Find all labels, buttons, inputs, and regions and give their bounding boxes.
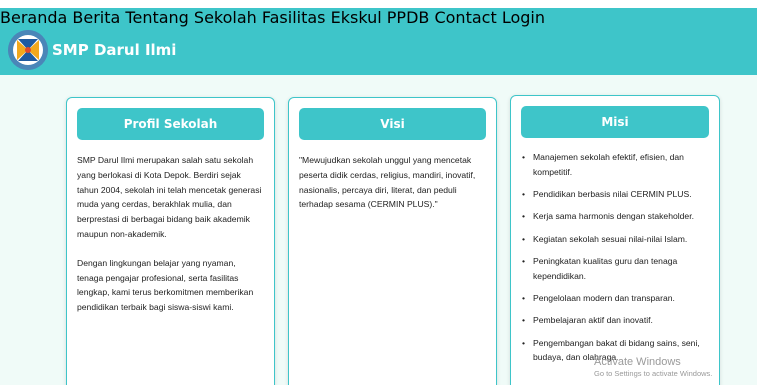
school-logo-icon[interactable] — [8, 30, 48, 70]
card-misi: Misi Manajemen sekolah efektif, efisien,… — [510, 95, 720, 385]
brand-title[interactable]: SMP Darul Ilmi — [52, 41, 176, 59]
profil-paragraph-1: SMP Darul Ilmi merupakan salah satu seko… — [77, 155, 262, 239]
nav-beranda[interactable]: Beranda — [0, 8, 67, 27]
nav-contact[interactable]: Contact — [434, 8, 496, 27]
nav-tentang-sekolah[interactable]: Tentang Sekolah — [125, 8, 256, 27]
nav-login[interactable]: Login — [502, 8, 545, 27]
card-visi: Visi "Mewujudkan sekolah unggul yang men… — [288, 97, 497, 385]
watermark-line-2: Go to Settings to activate Windows. — [594, 369, 713, 378]
list-item: Peningkatan kualitas guru dan tenaga kep… — [521, 254, 707, 284]
misi-list: Manajemen sekolah efektif, efisien, dan … — [521, 150, 707, 365]
nav-ppdb[interactable]: PPDB — [387, 8, 430, 27]
card-title-misi: Misi — [521, 106, 709, 138]
card-profil-sekolah: Profil Sekolah SMP Darul Ilmi merupakan … — [66, 97, 275, 385]
main-content: Profil Sekolah SMP Darul Ilmi merupakan … — [0, 75, 757, 385]
card-body-profil: SMP Darul Ilmi merupakan salah satu seko… — [77, 153, 262, 315]
list-item: Pembelajaran aktif dan inovatif. — [521, 313, 707, 328]
top-strip — [0, 0, 757, 8]
navbar: SMP Darul Ilmi Beranda Berita Tentang Se… — [0, 8, 757, 75]
activate-windows-watermark: Activate Windows Go to Settings to activ… — [594, 356, 712, 378]
list-item: Kerja sama harmonis dengan stakeholder. — [521, 209, 707, 224]
nav-fasilitas[interactable]: Fasilitas — [262, 8, 326, 27]
card-body-visi: "Mewujudkan sekolah unggul yang mencetak… — [299, 153, 484, 212]
main-nav: Beranda Berita Tentang Sekolah Fasilitas… — [0, 8, 757, 27]
nav-berita[interactable]: Berita — [72, 8, 120, 27]
profil-paragraph-2: Dengan lingkungan belajar yang nyaman, t… — [77, 257, 254, 313]
card-title-profil: Profil Sekolah — [77, 108, 264, 140]
list-item: Pengelolaan modern dan transparan. — [521, 291, 707, 306]
list-item: Manajemen sekolah efektif, efisien, dan … — [521, 150, 707, 180]
watermark-line-1: Activate Windows — [594, 356, 681, 368]
nav-ekskul[interactable]: Ekskul — [331, 8, 382, 27]
visi-text: "Mewujudkan sekolah unggul yang mencetak… — [299, 155, 476, 210]
card-title-visi: Visi — [299, 108, 486, 140]
list-item: Pendidikan berbasis nilai CERMIN PLUS. — [521, 187, 707, 202]
card-body-misi: Manajemen sekolah efektif, efisien, dan … — [521, 150, 707, 373]
list-item: Kegiatan sekolah sesuai nilai-nilai Isla… — [521, 232, 707, 247]
